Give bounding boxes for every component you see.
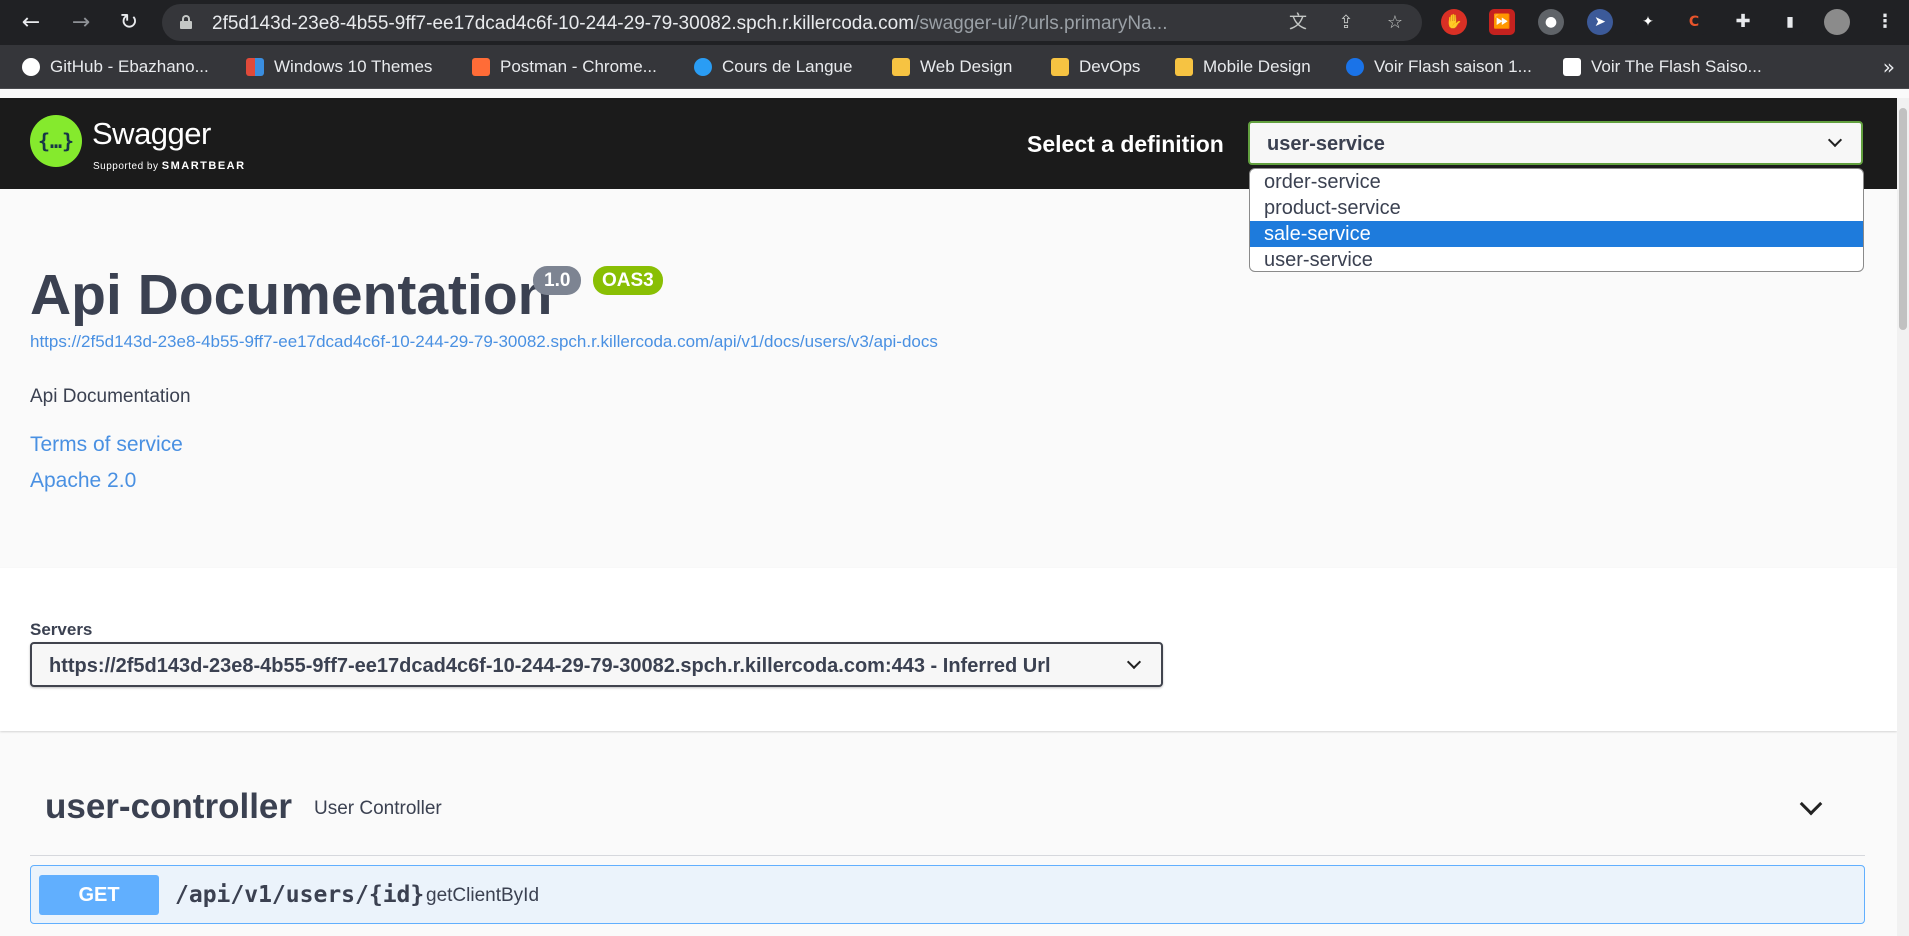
bookmark-item[interactable]: Windows 10 Themes [246,57,432,77]
address-bar[interactable]: 2f5d143d-23e8-4b55-9ff7-ee17dcad4c6f-10-… [162,4,1422,41]
servers-section: Servers https://2f5d143d-23e8-4b55-9ff7-… [0,568,1897,731]
back-icon[interactable]: ← [18,10,44,36]
cursor-extension-icon[interactable]: ➤ [1587,9,1613,35]
http-method-badge: GET [39,875,159,915]
bookmark-item[interactable]: Cours de Langue [694,57,852,77]
bookmark-folder[interactable]: Mobile Design [1175,57,1311,77]
ninja-extension-icon[interactable]: ✦ [1635,9,1661,35]
extension-icon-3[interactable]: ● [1538,9,1564,35]
folder-icon [1051,58,1069,76]
bookmark-item[interactable]: Voir Flash saison 1... [1346,57,1532,77]
bookmark-item[interactable]: Voir The Flash Saiso... [1563,57,1762,77]
chevron-down-icon [1126,654,1142,670]
c-extension-icon[interactable]: C [1681,9,1707,35]
option-sale-service[interactable]: sale-service [1250,221,1863,247]
servers-label: Servers [30,620,93,639]
logo-sub-prefix: Supported by [93,161,159,172]
bookmark-item[interactable]: Postman - Chrome... [472,57,657,77]
swagger-logo-icon[interactable]: {…} [30,115,82,167]
folder-icon [892,58,910,76]
reload-icon[interactable]: ↻ [116,10,142,36]
oas-badge: OAS3 [593,266,663,295]
bookmark-label: Windows 10 Themes [274,57,433,76]
bookmarks-bar: GitHub - Ebazhano... Windows 10 Themes P… [0,45,1909,89]
share-icon[interactable]: ⇪ [1335,12,1357,34]
bookmark-item[interactable]: GitHub - Ebazhano... [22,57,209,77]
bookmark-label: Web Design [920,57,1013,76]
translate-icon[interactable]: 文 [1287,12,1309,34]
controller-description: User Controller [314,798,442,819]
definition-value: user-service [1267,133,1385,155]
adblock-extension-icon[interactable]: ✋ [1441,9,1467,35]
operation-get-user[interactable]: GET /api/v1/users/{id} getClientById [30,865,1865,924]
postman-icon [472,58,490,76]
bookmark-label: Mobile Design [1203,57,1311,76]
bookmark-label: DevOps [1079,57,1141,76]
browser-toolbar: ← → ↻ 2f5d143d-23e8-4b55-9ff7-ee17dcad4c… [0,0,1909,45]
operation-path: /api/v1/users/{id} [175,882,425,908]
url-path: /swagger-ui/?urls.primaryNa... [914,13,1168,34]
scrollbar-thumb[interactable] [1899,108,1907,330]
chevron-down-icon [1827,132,1843,148]
definition-label: Select a definition [1027,131,1224,157]
definition-select[interactable]: user-service [1248,121,1863,165]
url-host: 2f5d143d-23e8-4b55-9ff7-ee17dcad4c6f-10-… [212,13,915,34]
server-value: https://2f5d143d-23e8-4b55-9ff7-ee17dcad… [49,655,1051,677]
server-select[interactable]: https://2f5d143d-23e8-4b55-9ff7-ee17dcad… [30,642,1163,687]
divider [30,855,1865,856]
license-link[interactable]: Apache 2.0 [30,469,136,493]
option-product-service[interactable]: product-service [1250,195,1863,221]
api-description: Api Documentation [30,386,191,407]
operation-summary: getClientById [426,885,540,906]
folder-icon [1175,58,1193,76]
swagger-logo-subtitle: Supported by SMARTBEAR [93,160,246,172]
definition-dropdown-list: order-service product-service sale-servi… [1249,168,1864,272]
globe-icon [694,58,712,76]
puzzle-extensions-icon[interactable]: ✚ [1730,9,1756,35]
lock-icon[interactable] [180,15,192,29]
star-icon[interactable]: ☆ [1384,12,1406,34]
swagger-logo-text: Swagger [92,116,211,151]
chevron-down-icon[interactable] [1799,792,1823,816]
terms-of-service-link[interactable]: Terms of service [30,433,183,457]
bookmark-label: Postman - Chrome... [500,57,657,76]
side-panel-icon[interactable]: ▮ [1777,9,1803,35]
bookmark-label: Voir Flash saison 1... [1374,57,1532,76]
github-icon [22,58,40,76]
video-extension-icon[interactable]: ⏩ [1489,9,1515,35]
profile-avatar-icon[interactable] [1824,9,1850,35]
option-user-service[interactable]: user-service [1250,247,1863,271]
bookmark-label: Cours de Langue [722,57,853,76]
bookmark-folder[interactable]: DevOps [1051,57,1140,77]
api-docs-link[interactable]: https://2f5d143d-23e8-4b55-9ff7-ee17dcad… [30,332,938,352]
hand-icon [1563,58,1581,76]
page-title: Api Documentation [30,263,553,327]
bookmark-folder[interactable]: Web Design [892,57,1012,77]
bookmark-label: Voir The Flash Saiso... [1591,57,1762,76]
url-text[interactable]: 2f5d143d-23e8-4b55-9ff7-ee17dcad4c6f-10-… [212,13,1168,35]
option-order-service[interactable]: order-service [1250,169,1863,195]
windows-icon [246,58,264,76]
version-badge: 1.0 [533,266,582,295]
page-scrollbar[interactable] [1897,98,1909,936]
controller-title[interactable]: user-controller [45,787,292,827]
play-icon [1346,58,1364,76]
bookmarks-overflow-icon[interactable]: » [1883,55,1895,79]
forward-icon[interactable]: → [68,10,94,36]
logo-sub-brand: SMARTBEAR [161,160,246,172]
menu-kebab-icon[interactable]: ⋮ [1872,9,1898,35]
bookmark-label: GitHub - Ebazhano... [50,57,209,76]
